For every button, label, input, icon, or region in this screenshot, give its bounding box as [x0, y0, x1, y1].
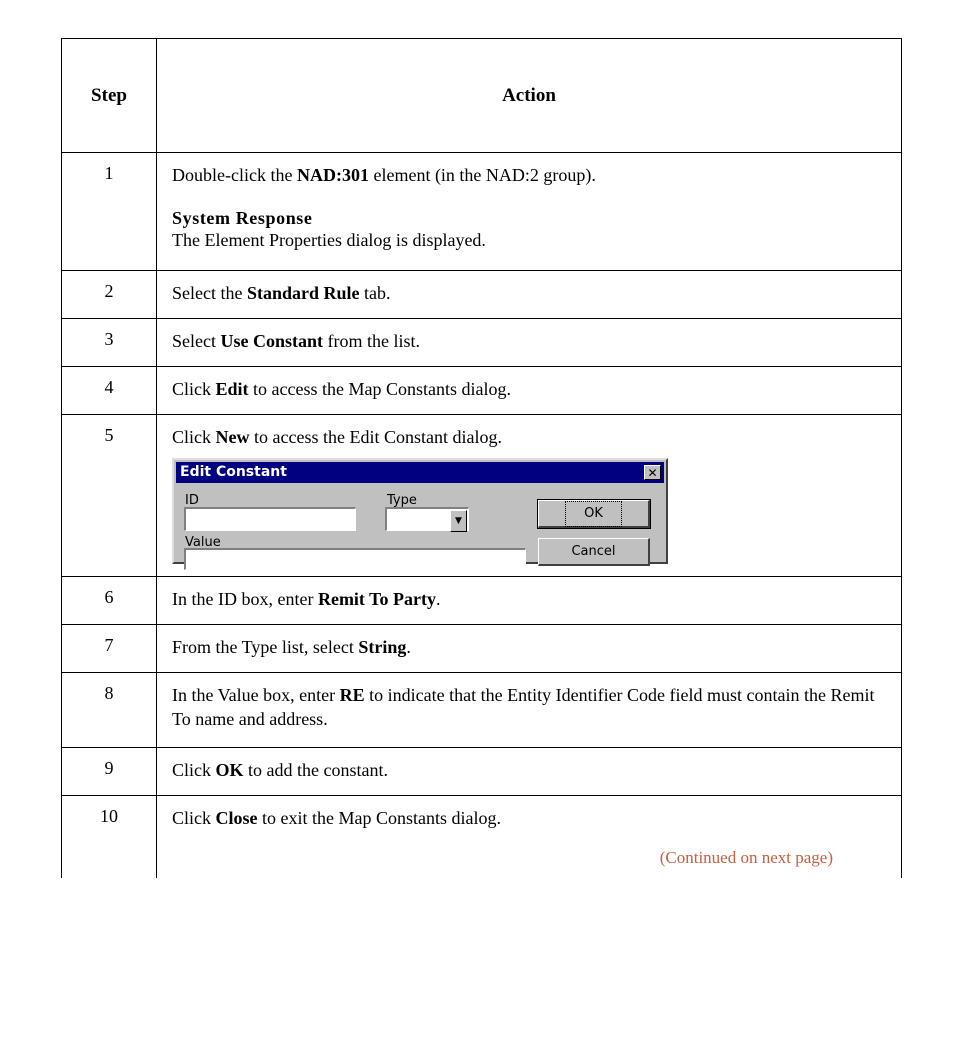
table-row: 2 Select the Standard Rule tab. — [61, 270, 902, 319]
action-cell: Click Edit to access the Map Constants d… — [156, 366, 902, 415]
step-number: 7 — [61, 624, 157, 673]
action-bold-text: NAD:301 — [296, 165, 369, 185]
action-text: Click — [172, 427, 216, 447]
action-bold-text: Edit — [215, 379, 249, 399]
step-column-header: Step — [61, 38, 157, 153]
table-row: 5 Click New to access the Edit Constant … — [61, 414, 902, 577]
step-number: 3 — [61, 318, 157, 367]
action-text: Click — [172, 808, 216, 828]
action-cell: Select Use Constant from the list. — [156, 318, 902, 367]
action-text: Click — [172, 760, 216, 780]
step-number: 10 — [61, 795, 157, 878]
action-bold-text: Use Constant — [220, 331, 323, 351]
action-text: From the Type list, select — [172, 637, 359, 657]
system-response-heading: System Response — [172, 208, 313, 228]
action-text: Double-click the — [172, 165, 297, 185]
action-bold-text: String — [358, 637, 407, 657]
table-row: 8 In the Value box, enter RE to indicate… — [61, 672, 902, 748]
procedure-table: Step Action 1 Double-click the NAD:301 e… — [61, 38, 902, 878]
table-row: 10 Click Close to exit the Map Constants… — [61, 795, 902, 878]
ok-button[interactable]: OK — [537, 499, 651, 529]
cancel-button[interactable]: Cancel — [538, 538, 650, 566]
step-number: 6 — [61, 576, 157, 625]
close-icon[interactable]: ✕ — [644, 465, 661, 480]
table-row: 1 Double-click the NAD:301 element (in t… — [61, 152, 902, 271]
action-column-header: Action — [156, 38, 902, 153]
action-text: . — [406, 637, 411, 657]
action-bold-text: New — [215, 427, 250, 447]
step-number: 8 — [61, 672, 157, 748]
step-number: 5 — [61, 414, 157, 577]
id-field[interactable] — [184, 507, 356, 531]
action-text: to access the Map Constants dialog. — [248, 379, 511, 399]
step-number: 2 — [61, 270, 157, 319]
action-bold-text: Standard Rule — [246, 283, 360, 303]
header-row: Step Action — [61, 38, 902, 153]
table-row: 4 Click Edit to access the Map Constants… — [61, 366, 902, 415]
action-cell: Double-click the NAD:301 element (in the… — [156, 152, 902, 271]
edit-constant-dialog: Edit Constant ✕ ID Type ▼ Value OK Cance… — [172, 458, 668, 570]
action-bold-text: OK — [215, 760, 244, 780]
table-row: 9 Click OK to add the constant. — [61, 747, 902, 796]
action-text: . — [435, 589, 441, 609]
ok-button-label: OK — [565, 501, 622, 527]
action-bold-text: Remit To Party — [317, 589, 436, 609]
table-row: 6 In the ID box, enter Remit To Party. — [61, 576, 902, 625]
action-text: from the list. — [323, 331, 421, 351]
action-bold-text: Close — [215, 808, 258, 828]
action-cell: In the ID box, enter Remit To Party. — [156, 576, 902, 625]
action-cell: From the Type list, select String. — [156, 624, 902, 673]
action-cell: Click New to access the Edit Constant di… — [156, 414, 902, 577]
step-number: 4 — [61, 366, 157, 415]
action-bold-text: RE — [339, 685, 365, 705]
step-number: 1 — [61, 152, 157, 271]
action-text: In the Value box, enter — [172, 685, 340, 705]
action-text: to access the Edit Constant dialog. — [249, 427, 502, 447]
action-text: element (in the NAD:2 group). — [368, 165, 596, 185]
continued-note: (Continued on next page) — [659, 848, 833, 867]
table-row: 3 Select Use Constant from the list. — [61, 318, 902, 367]
action-text: to add the constant. — [243, 760, 388, 780]
table-row: 7 From the Type list, select String. — [61, 624, 902, 673]
action-cell: Select the Standard Rule tab. — [156, 270, 902, 319]
action-cell: Click OK to add the constant. — [156, 747, 902, 796]
type-select[interactable]: ▼ — [385, 507, 469, 532]
action-cell: In the Value box, enter RE to indicate t… — [156, 672, 902, 748]
chevron-down-icon[interactable]: ▼ — [450, 510, 467, 532]
step-number: 9 — [61, 747, 157, 796]
action-text: In the ID box, enter — [172, 589, 318, 609]
action-cell: Click Close to exit the Map Constants di… — [156, 795, 902, 878]
action-text: Click — [172, 379, 216, 399]
action-text: tab. — [359, 283, 391, 303]
dialog-title-bar: Edit Constant ✕ — [176, 462, 664, 483]
action-text: to exit the Map Constants dialog. — [257, 808, 501, 828]
action-text: Select the — [172, 283, 247, 303]
action-text: Select — [172, 331, 221, 351]
dialog-title: Edit Constant — [180, 464, 287, 480]
system-response: System Response The Element Properties d… — [172, 207, 887, 251]
value-field[interactable] — [184, 548, 526, 570]
system-response-text: The Element Properties dialog is display… — [172, 230, 486, 250]
